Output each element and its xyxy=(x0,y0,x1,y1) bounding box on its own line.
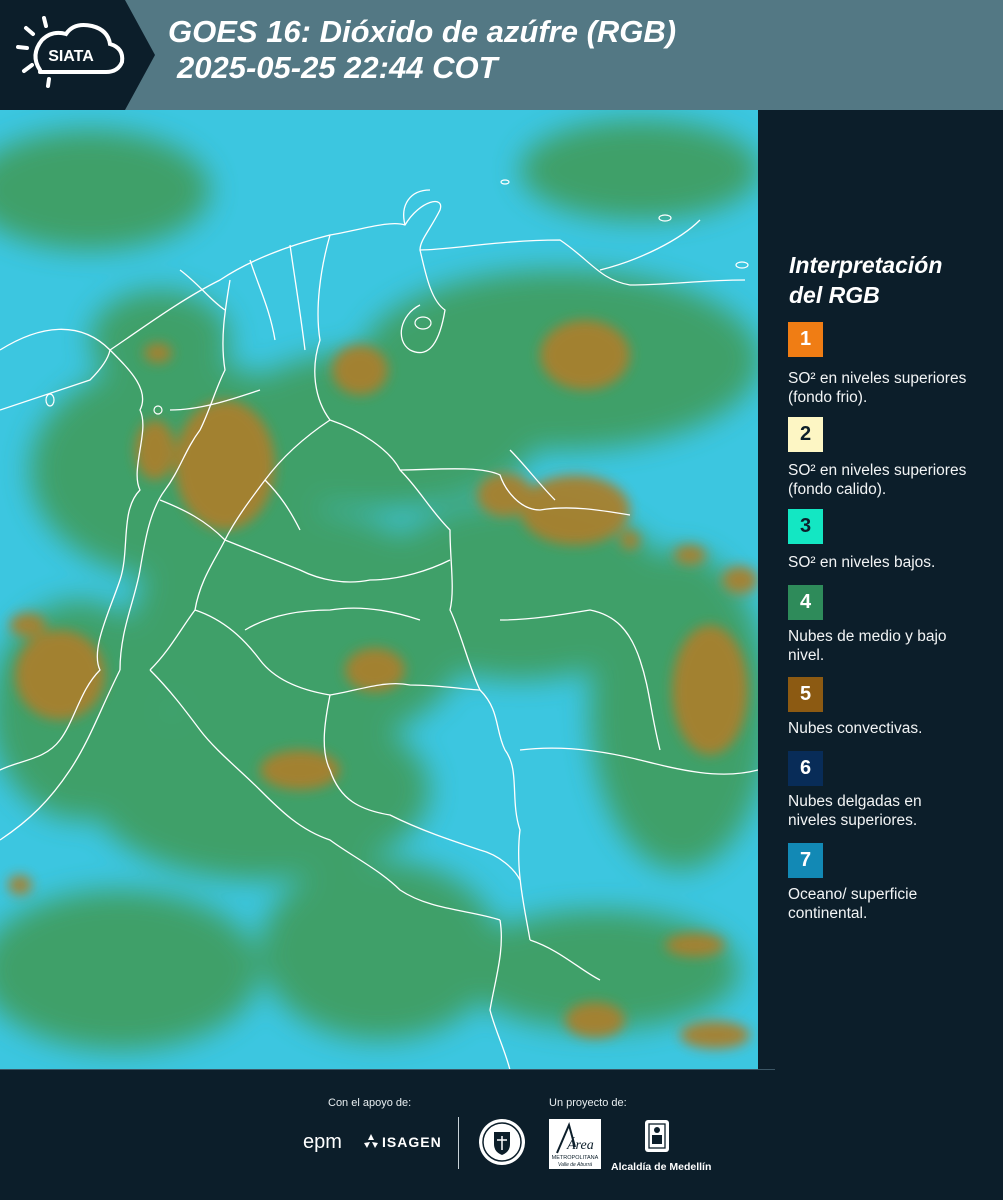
legend-title: Interpretación del RGB xyxy=(789,250,942,310)
medellin-coat-of-arms-icon xyxy=(645,1120,669,1152)
title-line-2: 2025-05-25 22:44 COT xyxy=(177,50,498,85)
legend-swatch-6: 6 xyxy=(788,751,823,786)
support-label: Con el apoyo de: xyxy=(328,1097,412,1109)
legend-swatch-1: 1 xyxy=(788,322,823,357)
epm-logo: epm xyxy=(303,1131,342,1153)
legend-desc-4: Nubes de medio y bajo nivel. xyxy=(788,628,947,664)
siata-logo: SIATA xyxy=(0,0,155,110)
medellin-seal-icon xyxy=(479,1119,525,1165)
isagen-icon xyxy=(364,1134,378,1148)
svg-text:Área: Área xyxy=(566,1136,594,1153)
project-label: Un proyecto de: xyxy=(549,1097,627,1109)
legend-title-line-1: Interpretación xyxy=(789,252,943,278)
page-title: GOES 16: Dióxido de azúfre (RGB) 2025-05… xyxy=(168,14,676,86)
svg-text:SIATA: SIATA xyxy=(48,48,94,65)
area-metropolitana-logo: Área METROPOLITANA Valle de Aburrá xyxy=(549,1119,601,1169)
legend-swatch-3: 3 xyxy=(788,509,823,544)
legend-swatch-4: 4 xyxy=(788,585,823,620)
legend-desc-2: SO² en niveles superiores (fondo calido)… xyxy=(788,462,967,498)
legend-swatch-5: 5 xyxy=(788,677,823,712)
legend-title-line-2: del RGB xyxy=(789,282,880,308)
alcaldia-label: Alcaldía de Medellín xyxy=(611,1161,712,1173)
legend-desc-6: Nubes delgadas en niveles superiores. xyxy=(788,793,922,829)
legend-desc-3: SO² en niveles bajos. xyxy=(788,554,936,571)
footer-vertical-divider xyxy=(458,1117,459,1169)
isagen-logo: ISAGEN xyxy=(382,1134,442,1150)
satellite-map xyxy=(0,110,758,1070)
legend-swatch-7: 7 xyxy=(788,843,823,878)
legend-desc-7: Oceano/ superficie continental. xyxy=(788,886,918,922)
header-bar: SIATA GOES 16: Dióxido de azúfre (RGB) 2… xyxy=(0,0,1003,110)
legend-swatch-2: 2 xyxy=(788,417,823,452)
title-line-1: GOES 16: Dióxido de azúfre (RGB) xyxy=(168,14,677,49)
legend-desc-5: Nubes convectivas. xyxy=(788,720,923,737)
alcaldia-logo: Alcaldía de Medellín xyxy=(611,1118,712,1173)
svg-text:Valle de Aburrá: Valle de Aburrá xyxy=(558,1162,592,1168)
svg-text:METROPOLITANA: METROPOLITANA xyxy=(552,1155,599,1161)
legend-desc-1: SO² en niveles superiores (fondo frio). xyxy=(788,370,967,406)
rgb-legend: Interpretación del RGB 1 SO² en niveles … xyxy=(775,110,1003,1070)
